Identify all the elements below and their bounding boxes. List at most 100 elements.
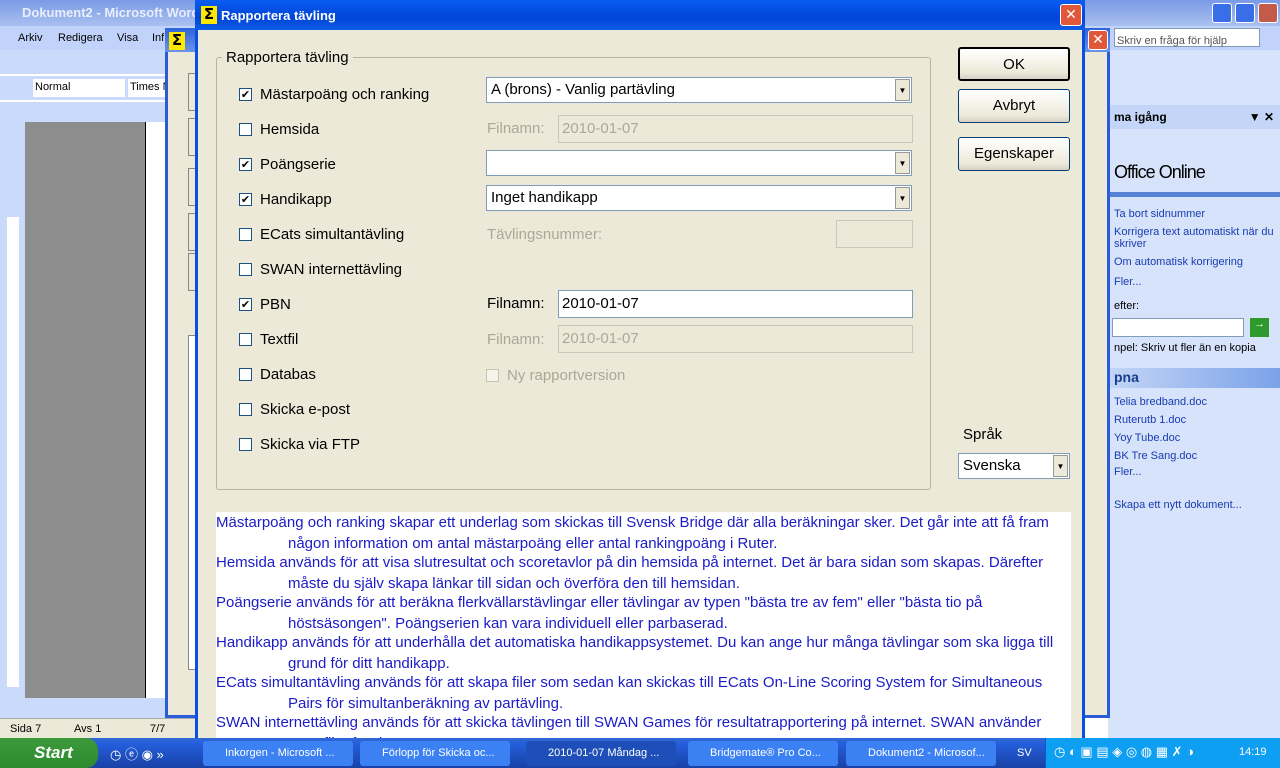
checkbox[interactable] (239, 87, 252, 101)
cancel-button[interactable]: Avbryt (958, 89, 1070, 123)
file-link[interactable]: BK Tre Sang.doc (1114, 450, 1197, 462)
task-inkorgen[interactable]: Inkorgen - Microsoft ... (203, 741, 353, 766)
chevron-down-icon[interactable]: ▼ (895, 187, 910, 209)
style-select[interactable]: Normal (33, 79, 125, 97)
file-link[interactable]: Ruterutb 1.doc (1114, 414, 1186, 426)
option-label: Mästarpoäng och ranking (260, 85, 430, 103)
hemsida-filename-input[interactable]: 2010-01-07 (558, 115, 913, 143)
checkbox[interactable] (239, 227, 252, 241)
menu-visa[interactable]: Visa (117, 32, 138, 44)
sigma-icon: Σ (169, 32, 185, 50)
new-document-link[interactable]: Skapa ett nytt dokument... (1114, 499, 1242, 511)
checkbox[interactable] (239, 157, 252, 171)
option-label: Skicka via FTP (260, 435, 361, 453)
help-text: Mästarpoäng och ranking skapar ett under… (216, 512, 1071, 742)
start-button[interactable]: Start (0, 738, 98, 768)
checkbox[interactable] (486, 368, 499, 382)
restore-button[interactable] (1235, 3, 1255, 23)
option-label: SWAN internettävling (260, 260, 403, 278)
input-value: 2010-01-07 (562, 295, 639, 312)
checkbox[interactable] (239, 437, 252, 451)
tavlingsnummer-input[interactable] (836, 220, 913, 248)
ny-rapportversion-checkbox[interactable]: Ny rapportversion (486, 365, 625, 385)
option-checkbox-4[interactable]: ECats simultantävling (239, 224, 404, 244)
font-select[interactable]: Times N (128, 79, 170, 97)
language-label: Språk (963, 426, 1003, 443)
option-checkbox-5[interactable]: SWAN internettävling (239, 259, 402, 279)
file-link[interactable]: Telia bredband.doc (1114, 396, 1207, 408)
file-link[interactable]: Yoy Tube.doc (1114, 432, 1180, 444)
chevron-down-icon[interactable]: ▼ (895, 79, 910, 101)
properties-button[interactable]: Egenskaper (958, 137, 1070, 171)
language-select[interactable]: Svenska ▼ (958, 453, 1070, 479)
mastarpoang-select[interactable]: A (brons) - Vanlig partävling ▼ (486, 77, 912, 103)
help-search-input[interactable]: Skriv en fråga för hjälp (1114, 28, 1260, 47)
input-value: 2010-01-07 (562, 120, 639, 137)
option-checkbox-10[interactable]: Skicka via FTP (239, 434, 360, 454)
dialog-close-button[interactable]: ✕ (1060, 4, 1082, 26)
checkbox[interactable] (239, 402, 252, 416)
view-buttons[interactable] (0, 698, 170, 718)
handikapp-select[interactable]: Inget handikapp ▼ (486, 185, 912, 211)
task-label: Förlopp för Skicka oc... (382, 747, 495, 759)
input-value: 2010-01-07 (562, 330, 639, 347)
quick-launch-icons[interactable]: ◷ ⓔ ◉ » (110, 744, 164, 763)
option-checkbox-6[interactable]: PBN (239, 294, 291, 314)
task-bridgemate[interactable]: Bridgemate® Pro Co... (688, 741, 838, 766)
checkbox[interactable] (239, 122, 252, 136)
file-link-more[interactable]: Fler... (1114, 466, 1142, 478)
textfil-filename-input[interactable]: 2010-01-07 (558, 325, 913, 353)
hemsida-filename-label: Filnamn: (487, 120, 545, 137)
go-arrow-icon[interactable]: → (1250, 318, 1269, 337)
option-checkbox-0[interactable]: Mästarpoäng och ranking (239, 84, 429, 104)
checkbox[interactable] (239, 192, 252, 206)
menu-arkiv[interactable]: Arkiv (18, 32, 42, 44)
task-pane-title: ma igång (1114, 110, 1167, 124)
link-autokorrigering[interactable]: Om automatisk korrigering (1114, 256, 1243, 268)
task-forlopp[interactable]: Förlopp för Skicka oc... (360, 741, 510, 766)
option-checkbox-3[interactable]: Handikapp (239, 189, 332, 209)
ok-button[interactable]: OK (958, 47, 1070, 81)
checkbox[interactable] (239, 262, 252, 276)
menu-redigera[interactable]: Redigera (58, 32, 103, 44)
link-ta-bort-sidnummer[interactable]: Ta bort sidnummer (1114, 208, 1205, 220)
rapportera-tavling-dialog: Σ Rapportera tävling ✕ Rapportera tävling … (195, 0, 1085, 745)
option-checkbox-8[interactable]: Databas (239, 364, 316, 384)
option-checkbox-7[interactable]: Textfil (239, 329, 298, 349)
task-word[interactable]: Dokument2 - Microsof... (846, 741, 996, 766)
dialog-title-bar: Σ Rapportera tävling ✕ (195, 0, 1085, 30)
language-indicator[interactable]: SV (1017, 747, 1032, 759)
start-label: Start (34, 743, 73, 762)
help-paragraph: Mästarpoäng och ranking skapar ett under… (216, 514, 1049, 552)
menu-infoga[interactable]: Inf (152, 32, 164, 44)
option-checkbox-1[interactable]: Hemsida (239, 119, 319, 139)
help-placeholder: Skriv en fråga för hjälp (1117, 35, 1228, 47)
option-checkbox-9[interactable]: Skicka e-post (239, 399, 350, 419)
minimize-button[interactable] (1212, 3, 1232, 23)
checkbox[interactable] (239, 367, 252, 381)
status-section: Avs 1 (74, 723, 102, 735)
pbn-filename-input[interactable]: 2010-01-07 (558, 290, 913, 318)
checkbox[interactable] (239, 332, 252, 346)
option-checkbox-2[interactable]: Poängserie (239, 154, 336, 174)
link-korrigera-text[interactable]: Korrigera text automatiskt när du skrive… (1114, 226, 1280, 250)
font-value: Times N (130, 81, 170, 93)
task-pane-close-icon[interactable]: ▼ ✕ (1249, 110, 1274, 124)
tray-icons[interactable]: ◷ ◐ ▣ ▤ ◈ ◎ ◍ ▦ ✗ ◑ (1054, 744, 1194, 760)
option-label: Skicka e-post (260, 400, 351, 418)
tavlingsnummer-label: Tävlingsnummer: (487, 226, 603, 243)
sigma-icon: Σ (201, 6, 217, 24)
task-rapportera[interactable]: 2010-01-07 Måndag ... (526, 741, 676, 766)
task-label: Bridgemate® Pro Co... (710, 747, 821, 759)
search-input[interactable] (1112, 318, 1244, 337)
chevron-down-icon[interactable]: ▼ (1053, 455, 1068, 477)
background-close-button[interactable]: ✕ (1088, 30, 1108, 50)
standard-toolbar (0, 50, 170, 74)
open-section-header: pna (1108, 368, 1280, 388)
selected-value: Svenska (963, 457, 1021, 474)
checkbox[interactable] (239, 297, 252, 311)
link-fler[interactable]: Fler... (1114, 276, 1142, 288)
close-button[interactable] (1258, 3, 1278, 23)
chevron-down-icon[interactable]: ▼ (895, 152, 910, 174)
poangserie-select[interactable]: ▼ (486, 150, 912, 176)
